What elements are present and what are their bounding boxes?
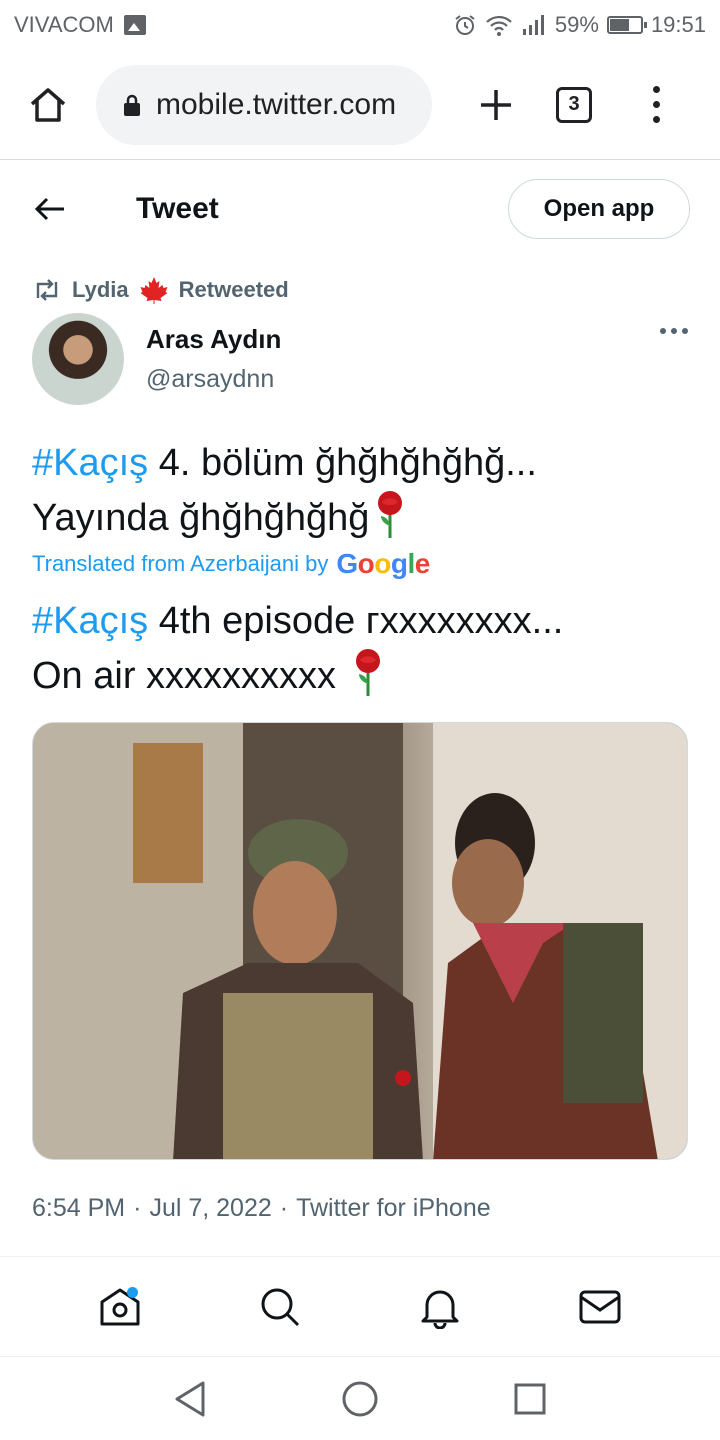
tweet-time[interactable]: 6:54 PM bbox=[32, 1194, 125, 1223]
tweet-meta: 6:54 PM · Jul 7, 2022 · Twitter for iPho… bbox=[32, 1194, 491, 1223]
triangle-back-icon bbox=[175, 1381, 205, 1416]
lock-icon bbox=[124, 94, 140, 116]
tweet-author: Aras Aydın @arsaydnn bbox=[32, 312, 688, 406]
circle-home-icon bbox=[342, 1381, 378, 1416]
address-bar[interactable]: mobile.twitter.com bbox=[96, 64, 432, 145]
battery-level bbox=[609, 19, 629, 31]
home-button[interactable] bbox=[18, 75, 78, 135]
hashtag-link[interactable]: #Kaçış bbox=[32, 600, 148, 642]
meta-separator: · bbox=[133, 1194, 142, 1222]
carrier-label: VIVACOM bbox=[14, 12, 114, 37]
url-text: mobile.twitter.com bbox=[156, 87, 397, 121]
open-app-button[interactable]: Open app bbox=[508, 179, 690, 239]
translation-line-1: 4th episode гxxxxxxxx... bbox=[148, 600, 564, 642]
system-back-button[interactable] bbox=[160, 1369, 220, 1429]
new-tab-button[interactable] bbox=[466, 75, 526, 135]
photo-scene bbox=[33, 723, 687, 1159]
rose-emoji-icon bbox=[378, 491, 403, 538]
retweeter-name: Lydia bbox=[72, 277, 129, 302]
tweet-photo[interactable] bbox=[32, 722, 688, 1160]
nav-explore[interactable] bbox=[250, 1277, 310, 1337]
page-title: Tweet bbox=[136, 192, 219, 225]
tweet-header: Tweet Open app bbox=[0, 162, 720, 256]
plus-icon bbox=[481, 89, 511, 120]
square-recents-icon bbox=[514, 1383, 546, 1414]
search-icon bbox=[261, 1288, 300, 1326]
browser-menu-button[interactable] bbox=[646, 75, 666, 135]
nav-home[interactable] bbox=[90, 1277, 150, 1337]
system-navigation-bar bbox=[0, 1356, 720, 1440]
more-options-button[interactable] bbox=[660, 328, 688, 334]
tweet-source[interactable]: Twitter for iPhone bbox=[296, 1194, 491, 1223]
meta-separator: · bbox=[279, 1194, 289, 1222]
home-icon bbox=[30, 87, 66, 122]
arrow-left-icon bbox=[34, 197, 64, 221]
retweeted-label: Retweeted bbox=[178, 277, 289, 302]
rose-emoji-icon bbox=[355, 649, 380, 696]
clock: 19:51 bbox=[650, 12, 706, 37]
status-bar: VIVACOM 59% 19:51 bbox=[0, 0, 720, 50]
nav-messages[interactable] bbox=[570, 1277, 630, 1337]
mail-icon bbox=[579, 1290, 621, 1323]
maple-leaf-icon bbox=[140, 277, 168, 304]
tab-switcher-button[interactable]: 3 bbox=[556, 86, 592, 123]
avatar[interactable] bbox=[32, 313, 124, 405]
system-home-button[interactable] bbox=[330, 1369, 390, 1429]
retweet-icon bbox=[36, 279, 58, 301]
twitter-bottom-nav bbox=[0, 1256, 720, 1356]
tweet-text-line-1: 4. bölüm ğhğhğhğhğ... bbox=[148, 442, 537, 484]
notification-dot bbox=[127, 1286, 138, 1298]
browser-toolbar: mobile.twitter.com 3 bbox=[0, 50, 720, 160]
wifi-icon bbox=[486, 15, 512, 36]
tweet-text-original: #Kaçış 4. bölüm ğhğhğhğhğ... Yayında ğhğ… bbox=[32, 436, 688, 545]
bell-icon bbox=[421, 1290, 459, 1329]
author-display-name[interactable]: Aras Aydın bbox=[146, 324, 281, 355]
translated-from-label: Translated from Azerbaijani by bbox=[32, 551, 329, 576]
tweet-text-translation: #Kaçış 4th episode гxxxxxxxx... On air x… bbox=[32, 594, 688, 703]
nav-notifications[interactable] bbox=[410, 1277, 470, 1337]
translation-line-2: On air xxxxxxxxxx bbox=[32, 655, 347, 697]
system-recents-button[interactable] bbox=[500, 1369, 560, 1429]
battery-icon bbox=[606, 16, 647, 34]
author-handle[interactable]: @arsaydnn bbox=[146, 365, 281, 394]
alarm-icon bbox=[455, 15, 475, 35]
tweet-date[interactable]: Jul 7, 2022 bbox=[149, 1194, 271, 1223]
back-button[interactable] bbox=[30, 189, 70, 229]
gallery-icon bbox=[123, 15, 146, 35]
translation-attribution[interactable]: Translated from Azerbaijani by Google bbox=[32, 548, 430, 580]
google-logo: Google bbox=[336, 548, 430, 579]
signal-icon bbox=[522, 15, 544, 35]
retweet-indicator[interactable]: Lydia Retweeted bbox=[32, 272, 289, 308]
hashtag-link[interactable]: #Kaçış bbox=[32, 442, 148, 484]
tweet-text-line-2: Yayında ğhğhğhğhğ bbox=[32, 497, 370, 539]
battery-percent: 59% bbox=[554, 12, 599, 37]
